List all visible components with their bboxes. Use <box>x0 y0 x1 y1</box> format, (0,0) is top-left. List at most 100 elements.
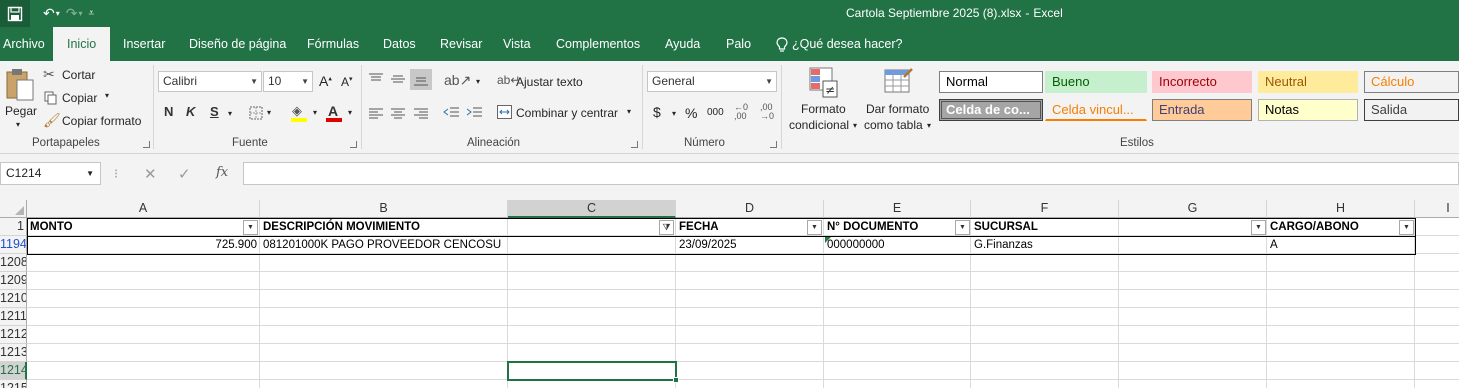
filter-dropdown-icon[interactable]: ▼ <box>1251 220 1266 235</box>
fill-color-button[interactable]: ◈ ▾ <box>291 103 325 123</box>
number-format-select[interactable]: General ▼ <box>647 71 777 92</box>
tab-archivo[interactable]: Archivo <box>3 27 45 61</box>
row-header[interactable]: 1208 <box>0 254 27 272</box>
decrease-indent-icon[interactable] <box>443 106 459 120</box>
cell-style-4[interactable]: Neutral <box>1258 71 1358 93</box>
cell-style-8[interactable]: Entrada <box>1152 99 1252 121</box>
underline-button[interactable]: S <box>210 104 219 119</box>
redo-button[interactable]: ↷ ▾ <box>63 0 86 27</box>
tab-formulas[interactable]: Fórmulas <box>307 27 359 61</box>
tab-palo[interactable]: Palo <box>726 27 751 61</box>
filter-dropdown-icon[interactable]: ▼ <box>243 220 258 235</box>
header-cell-sucursal[interactable]: SUCURSAL <box>971 218 1249 236</box>
cell-style-3[interactable]: Incorrecto <box>1152 71 1252 93</box>
filter-active-icon[interactable]: ⧩ <box>659 220 674 235</box>
row-header[interactable]: 1194 <box>0 236 27 254</box>
cell-monto[interactable]: 725.900 <box>27 236 260 254</box>
fill-handle[interactable] <box>673 377 679 383</box>
bold-button[interactable]: N <box>164 104 173 119</box>
name-box[interactable]: C1214 ▼ <box>0 162 101 185</box>
cell-style-9[interactable]: Notas <box>1258 99 1358 121</box>
row-header[interactable]: 1212 <box>0 326 27 344</box>
filter-dropdown-icon[interactable]: ▼ <box>1399 220 1414 235</box>
insert-function-icon[interactable]: fx <box>216 165 228 180</box>
grow-font-icon[interactable]: A▴ <box>319 73 332 89</box>
font-size-select[interactable]: 10 ▼ <box>263 71 313 92</box>
merge-center-button[interactable]: Combinar y centrar ▾ <box>497 104 637 122</box>
enter-icon[interactable]: ✓ <box>178 165 191 183</box>
increase-indent-icon[interactable] <box>466 106 482 120</box>
tab-diseno-pagina[interactable]: Diseño de página <box>189 27 286 61</box>
format-as-table-button[interactable]: Dar formato como tabla ▾ <box>863 65 935 135</box>
row-header[interactable]: 1214 <box>0 362 27 380</box>
row-header[interactable]: 1213 <box>0 344 27 362</box>
customize-qat-button[interactable]: ⩡ <box>86 0 98 27</box>
conditional-format-button[interactable]: ≠ Formato condicional ▾ <box>786 65 862 135</box>
italic-button[interactable]: K <box>186 104 195 119</box>
tab-ayuda[interactable]: Ayuda <box>665 27 700 61</box>
column-header-a[interactable]: A <box>27 200 260 218</box>
tab-datos[interactable]: Datos <box>383 27 416 61</box>
column-header-i[interactable]: I <box>1415 200 1459 218</box>
column-header-e[interactable]: E <box>824 200 971 218</box>
header-cell-monto[interactable]: MONTO <box>27 218 242 236</box>
thousands-button[interactable]: 000 <box>707 107 724 118</box>
chevron-down-icon[interactable]: ▾ <box>228 109 232 118</box>
header-cell-documento[interactable]: N° DOCUMENTO <box>824 218 954 236</box>
align-top-icon[interactable] <box>369 73 383 85</box>
increase-decimal-icon[interactable]: ←0,00 <box>734 103 748 121</box>
row-header[interactable]: 1215 <box>0 380 27 388</box>
select-all-button[interactable] <box>0 200 27 218</box>
column-header-c[interactable]: C <box>508 200 676 218</box>
header-cell-descripcion[interactable]: DESCRIPCIÓN MOVIMIENTO <box>260 218 660 236</box>
undo-button[interactable]: ↶ ▾ <box>40 0 63 27</box>
align-right-icon[interactable] <box>414 108 428 120</box>
format-painter-button[interactable]: 🖌 Copiar formato <box>43 112 147 130</box>
font-name-select[interactable]: Calibri ▼ <box>158 71 262 92</box>
column-header-h[interactable]: H <box>1267 200 1415 218</box>
cell-style-7[interactable]: Celda vincul... <box>1045 99 1147 121</box>
header-cell-fecha[interactable]: FECHA <box>676 218 806 236</box>
tab-complementos[interactable]: Complementos <box>556 27 640 61</box>
paste-button[interactable]: Pegar ▾ <box>3 65 37 135</box>
cell-style-1[interactable]: Normal <box>939 71 1043 93</box>
align-center-icon[interactable] <box>391 108 405 120</box>
row-header[interactable]: 1210 <box>0 290 27 308</box>
tell-me-search[interactable]: ¿Qué desea hacer? <box>775 27 903 61</box>
shrink-font-icon[interactable]: A▾ <box>341 75 353 89</box>
cut-button[interactable]: ✂ Cortar <box>43 66 103 84</box>
filter-dropdown-icon[interactable]: ▼ <box>807 220 822 235</box>
copy-button[interactable]: Copiar ▾ <box>43 89 123 107</box>
column-header-g[interactable]: G <box>1119 200 1267 218</box>
borders-button[interactable]: ▾ <box>249 105 279 121</box>
orientation-icon[interactable]: ab↗ <box>444 72 471 89</box>
column-header-f[interactable]: F <box>971 200 1119 218</box>
font-launcher-icon[interactable] <box>350 141 357 148</box>
chevron-down-icon[interactable]: ▾ <box>476 77 480 86</box>
active-cell-selection[interactable] <box>507 361 677 381</box>
number-launcher-icon[interactable] <box>770 141 777 148</box>
align-left-icon[interactable] <box>369 108 383 120</box>
percent-button[interactable]: % <box>685 105 697 121</box>
formula-input[interactable] <box>243 162 1459 185</box>
cell-fecha[interactable]: 23/09/2025 <box>676 236 824 254</box>
row-header[interactable]: 1 <box>0 218 27 236</box>
header-cell-cargo-abono[interactable]: CARGO/ABONO <box>1267 218 1397 236</box>
tab-insertar[interactable]: Insertar <box>123 27 165 61</box>
tab-inicio[interactable]: Inicio <box>53 27 111 61</box>
row-header[interactable]: 1209 <box>0 272 27 290</box>
chevron-down-icon[interactable]: ▾ <box>672 109 676 118</box>
align-bottom-button[interactable] <box>410 69 432 90</box>
wrap-text-button[interactable]: ab↵ Ajustar texto <box>497 73 597 91</box>
filter-dropdown-icon[interactable]: ▼ <box>955 220 970 235</box>
currency-button[interactable]: $ <box>653 104 661 120</box>
tab-revisar[interactable]: Revisar <box>440 27 482 61</box>
cell-style-10[interactable]: Salida <box>1364 99 1459 121</box>
save-button[interactable] <box>0 0 30 27</box>
cell-style-2[interactable]: Bueno <box>1045 71 1147 93</box>
cell-descripcion[interactable]: 081201000K PAGO PROVEEDOR CENCOSU <box>260 236 676 254</box>
formula-bar-grip[interactable]: ⁝ <box>114 166 118 182</box>
cell-documento[interactable]: 000000000 <box>824 236 971 254</box>
cancel-icon[interactable]: ✕ <box>144 165 157 183</box>
worksheet-grid[interactable]: A B C D E F G H I 1 1194 1208 1209 1210 … <box>0 200 1459 388</box>
